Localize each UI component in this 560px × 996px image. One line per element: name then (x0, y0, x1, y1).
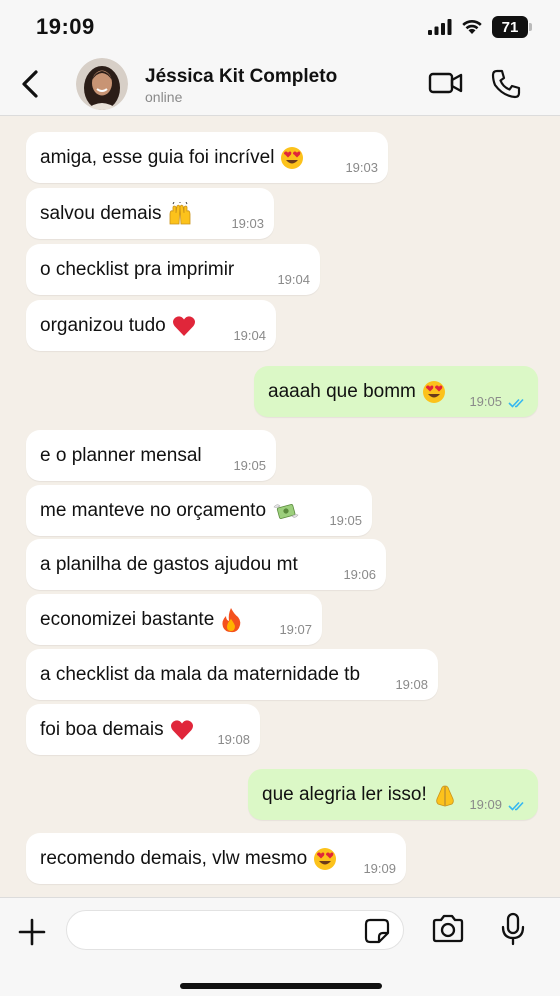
message-time: 19:09 (363, 861, 396, 876)
heart-eyes-emoji-icon (281, 146, 304, 169)
message-text: economizei bastante (40, 608, 215, 630)
message-time: 19:05 (329, 513, 362, 528)
battery-indicator: 71 (492, 16, 532, 38)
status-icons: 71 (428, 16, 532, 38)
message-time: 19:09 (469, 797, 502, 812)
message-text: e o planner mensal (40, 444, 202, 466)
contact-name[interactable]: Jéssica Kit Completo (145, 66, 337, 88)
message-time: 19:04 (277, 272, 310, 287)
message-time: 19:08 (217, 732, 250, 747)
red-heart-emoji-icon (172, 315, 195, 336)
heart-eyes-emoji-icon (314, 847, 337, 870)
message-text: organizou tudo (40, 314, 166, 336)
message-incoming[interactable]: organizou tudo 19:04 (26, 300, 276, 351)
message-incoming[interactable]: amiga, esse guia foi incrível 19:03 (26, 132, 388, 183)
message-list[interactable]: amiga, esse guia foi incrível 19:03 salv… (0, 117, 560, 897)
message-time: 19:08 (395, 677, 428, 692)
message-time: 19:05 (233, 458, 266, 473)
read-receipt-icon (508, 801, 524, 811)
back-chevron-icon (22, 70, 38, 98)
composer-bar (0, 897, 560, 996)
back-button[interactable] (20, 66, 50, 102)
status-time: 19:09 (36, 14, 95, 39)
message-incoming[interactable]: recomendo demais, vlw mesmo 19:09 (26, 833, 406, 884)
camera-icon (432, 914, 464, 943)
message-time: 19:06 (343, 567, 376, 582)
raised-hands-emoji-icon (170, 201, 191, 224)
red-heart-emoji-icon (170, 719, 193, 740)
message-text: me manteve no orçamento (40, 499, 267, 521)
message-text: aaaah que bomm (268, 380, 416, 402)
camera-button[interactable] (431, 914, 465, 944)
home-indicator (180, 983, 382, 989)
message-text: recomendo demais, vlw mesmo (40, 847, 308, 869)
signal-icon (428, 19, 452, 35)
video-call-button[interactable] (428, 68, 464, 98)
message-incoming[interactable]: o checklist pra imprimir 19:04 (26, 244, 320, 295)
chat-header: Jéssica Kit Completo online (0, 56, 560, 116)
message-incoming[interactable]: salvou demais 19:03 (26, 188, 274, 239)
plus-icon (18, 918, 46, 946)
battery-level: 71 (501, 18, 519, 36)
avatar-photo (76, 58, 128, 110)
message-incoming[interactable]: foi boa demais 19:08 (26, 704, 260, 755)
message-outgoing[interactable]: aaaah que bomm 19:05 (254, 366, 538, 417)
phone-icon (491, 69, 521, 99)
message-time: 19:05 (469, 394, 502, 409)
contact-avatar[interactable] (76, 58, 128, 110)
message-incoming[interactable]: a planilha de gastos ajudou mt 19:06 (26, 539, 386, 590)
microphone-button[interactable] (500, 912, 526, 946)
message-text: salvou demais (40, 202, 162, 224)
message-text: foi boa demais (40, 718, 164, 740)
status-bar: 19:09 71 (0, 0, 560, 56)
message-input[interactable] (66, 910, 404, 950)
message-text: o checklist pra imprimir (40, 258, 235, 280)
message-incoming[interactable]: e o planner mensal 19:05 (26, 430, 276, 481)
message-time: 19:03 (231, 216, 264, 231)
voice-call-button[interactable] (490, 68, 522, 100)
wifi-icon (462, 20, 482, 34)
sticker-icon (364, 918, 390, 944)
heart-eyes-emoji-icon (422, 380, 445, 403)
message-incoming[interactable]: me manteve no orçamento 19:05 (26, 485, 372, 536)
attach-button[interactable] (16, 916, 48, 948)
message-incoming[interactable]: a checklist da mala da maternidade tb 19… (26, 649, 438, 700)
message-text: a planilha de gastos ajudou mt (40, 553, 298, 575)
microphone-icon (501, 912, 525, 946)
message-outgoing[interactable]: que alegria ler isso! 19:09 (248, 769, 538, 820)
contact-status: online (145, 89, 183, 105)
message-text: amiga, esse guia foi incrível (40, 146, 275, 168)
video-call-icon (428, 72, 463, 94)
folded-hands-emoji-icon (436, 785, 454, 807)
message-text: que alegria ler isso! (262, 783, 427, 805)
message-incoming[interactable]: economizei bastante 19:07 (26, 594, 322, 645)
message-time: 19:04 (233, 328, 266, 343)
money-with-wings-emoji-icon (273, 503, 299, 519)
read-receipt-icon (508, 398, 524, 408)
fire-emoji-icon (222, 607, 241, 632)
message-time: 19:07 (279, 622, 312, 637)
message-text: a checklist da mala da maternidade tb (40, 663, 361, 685)
message-time: 19:03 (345, 160, 378, 175)
sticker-button[interactable] (364, 918, 390, 944)
